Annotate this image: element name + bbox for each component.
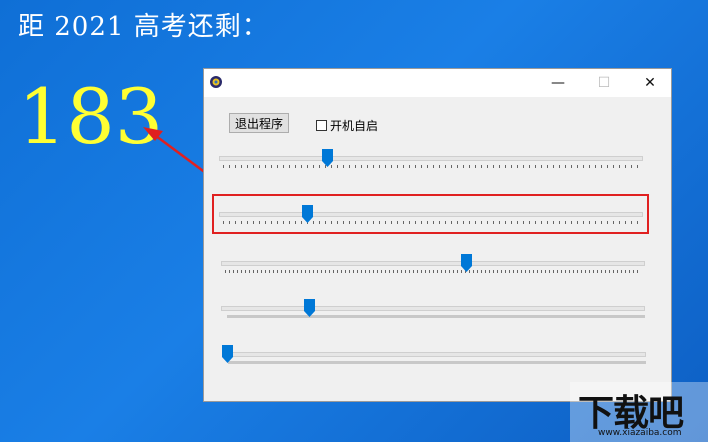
slider-track [221,261,645,266]
watermark: 下载吧 www.xiazaiba.com [570,382,708,442]
autostart-checkbox[interactable]: 开机自启 [316,117,378,134]
slider-1[interactable] [219,149,643,173]
slider-3[interactable] [221,254,645,278]
maximize-button[interactable]: ☐ [581,69,627,97]
minimize-icon: — [551,75,565,91]
checkbox-box[interactable] [316,120,327,131]
app-globe-icon [210,76,222,88]
slider-baseline [227,315,645,318]
slider-track [219,156,643,161]
slider-ticks [225,270,641,273]
slider-track [222,352,646,357]
minimize-button[interactable]: — [535,69,581,97]
watermark-url: www.xiazaiba.com [598,428,682,438]
slider-thumb[interactable] [322,149,333,167]
close-icon: ✕ [644,75,656,91]
autostart-label: 开机自启 [330,119,379,133]
slider-track [221,306,645,311]
slider-5[interactable] [222,345,646,369]
title-bar: — ☐ ✕ [204,69,671,97]
slider-thumb[interactable] [461,254,472,272]
highlight-box [212,194,649,234]
slider-thumb[interactable] [304,299,315,317]
close-button[interactable]: ✕ [627,69,673,97]
slider-4[interactable] [221,299,645,323]
slider-ticks [223,165,639,168]
maximize-icon: ☐ [597,75,611,91]
exit-program-button[interactable]: 退出程序 [229,113,289,133]
app-window: — ☐ ✕ 退出程序 开机自启 [203,68,672,402]
slider-baseline [228,361,646,364]
slider-thumb[interactable] [222,345,233,363]
